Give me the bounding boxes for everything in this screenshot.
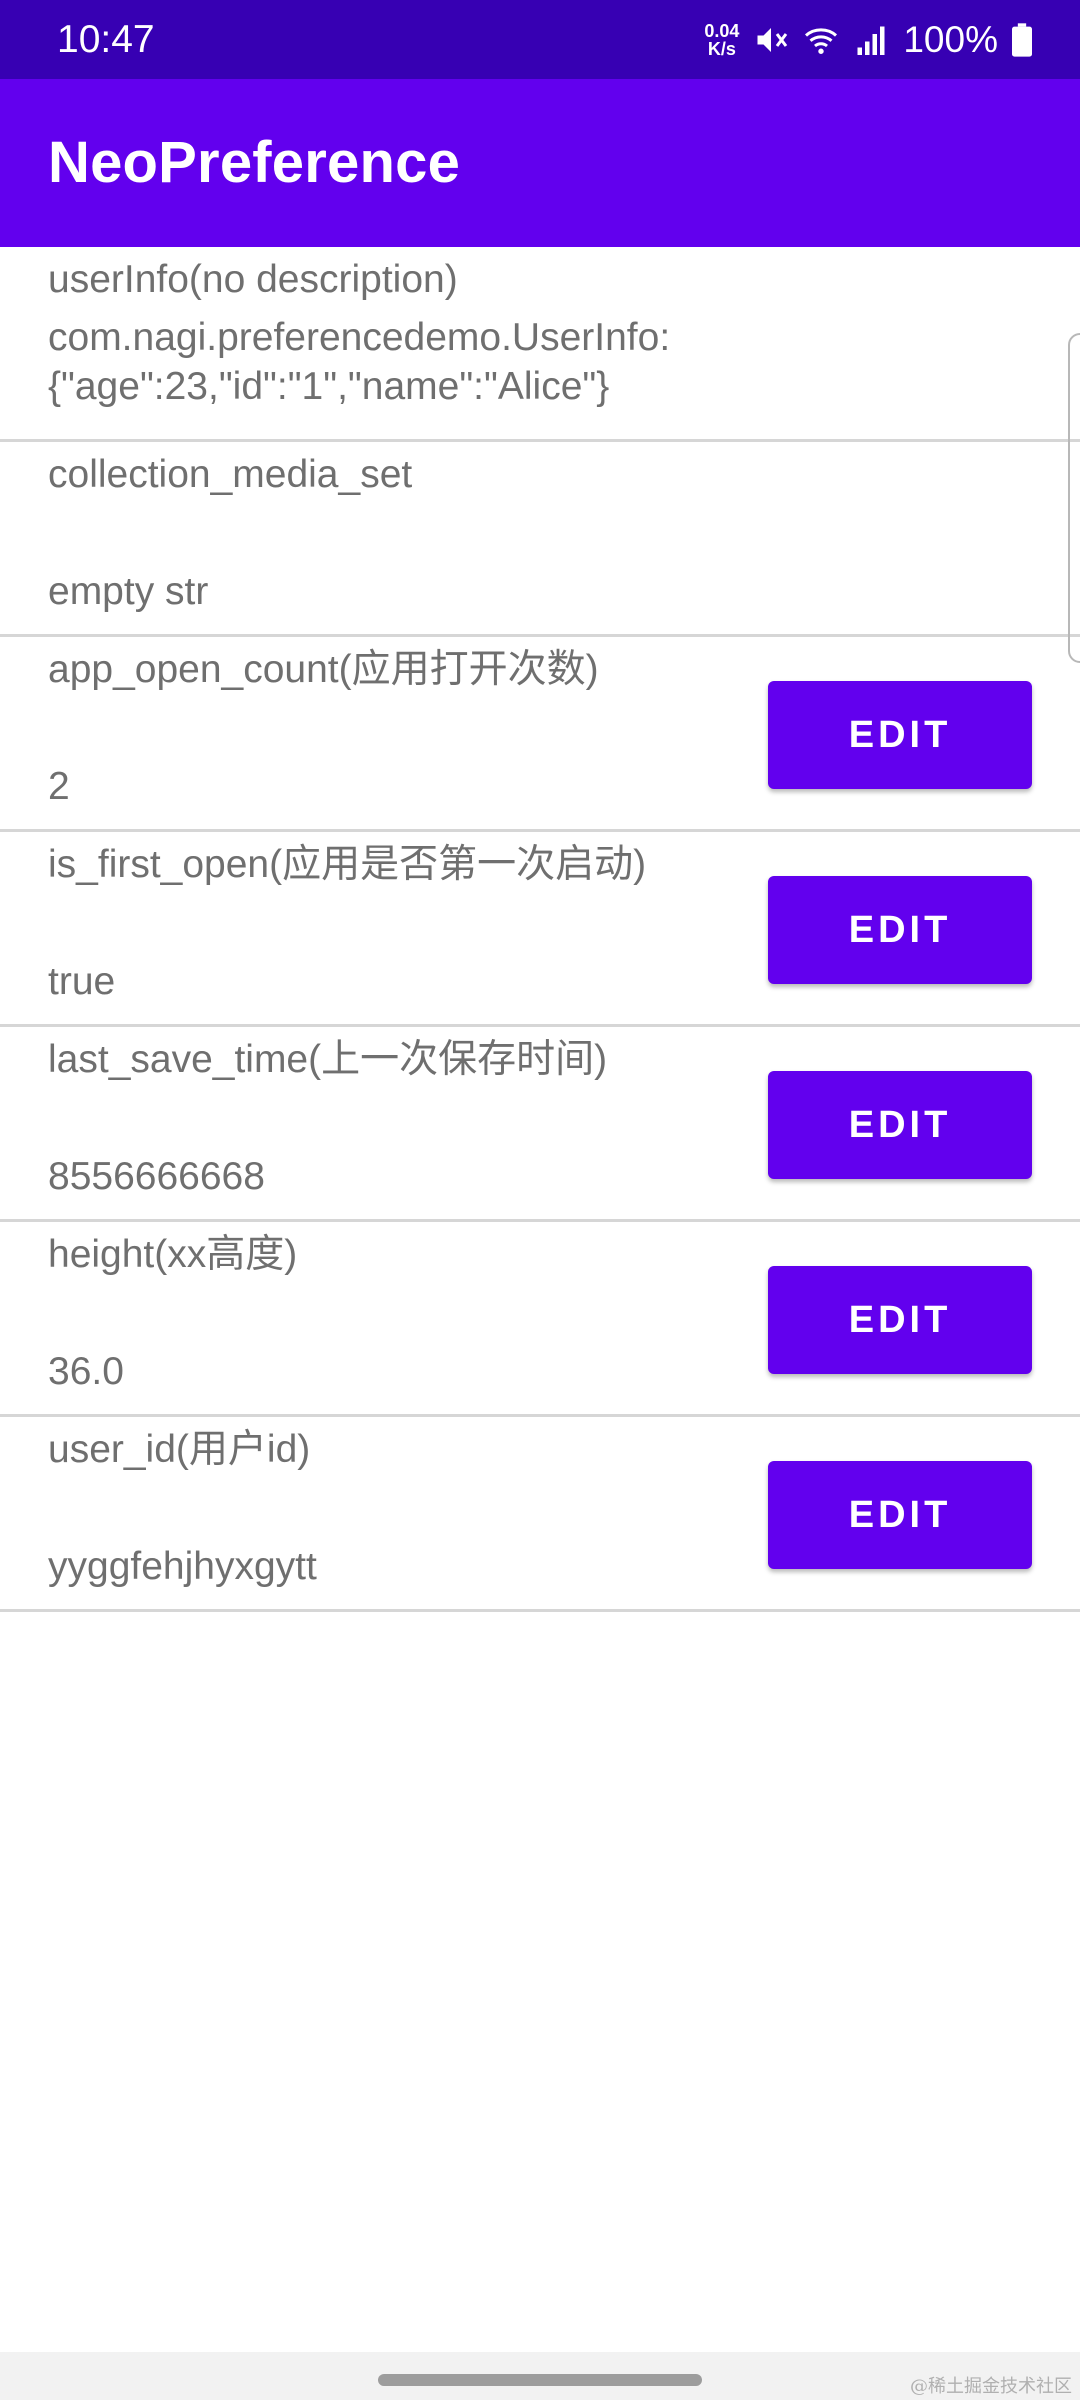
edit-button-height[interactable]: EDIT [768,1266,1032,1374]
preference-title: userInfo(no description) [48,258,458,301]
preference-row-is-first-open: is_first_open(应用是否第一次启动) true EDIT [0,832,1080,1027]
preference-title: user_id(用户id) [48,1428,311,1471]
home-gesture-handle[interactable] [378,2374,702,2386]
net-speed: 0.04 K/s [704,22,739,58]
preference-row-height: height(xx高度) 36.0 EDIT [0,1222,1080,1417]
edit-button-user-id[interactable]: EDIT [768,1461,1032,1569]
edit-button-last-save-time[interactable]: EDIT [768,1071,1032,1179]
preference-title: app_open_count(应用打开次数) [48,648,599,691]
preference-value: true [48,960,116,1003]
mute-icon [757,28,788,52]
status-time: 10:47 [57,18,155,61]
preference-row-userinfo: userInfo(no description) com.nagi.prefer… [0,247,1080,442]
wifi-icon [805,28,838,54]
status-icons: 0.04 K/s 100% [704,18,1032,62]
preference-value: yyggfehjhyxgytt [48,1545,317,1588]
preference-row-app-open-count: app_open_count(应用打开次数) 2 EDIT [0,637,1080,832]
preference-value: 36.0 [48,1350,124,1393]
net-speed-value: 0.04 [704,21,740,41]
preference-title: height(xx高度) [48,1233,298,1276]
preference-value: com.nagi.preferencedemo.UserInfo: {"age"… [48,316,671,408]
preference-title: last_save_time(上一次保存时间) [48,1038,608,1081]
preference-row-collection-media-set: collection_media_set empty str [0,442,1080,637]
edit-button-is-first-open[interactable]: EDIT [768,876,1032,984]
preference-list: userInfo(no description) com.nagi.prefer… [0,247,1080,1612]
preference-value: empty str [48,570,209,613]
preference-title: collection_media_set [48,453,413,496]
net-speed-unit: K/s [707,39,736,59]
preference-value: 2 [48,765,70,808]
app-title: NeoPreference [48,130,461,195]
preference-value: 8556666668 [48,1155,265,1198]
watermark: @稀土掘金技术社区 [910,2376,1072,2397]
scrollbar-thumb[interactable] [1068,333,1080,663]
battery-icon [1012,23,1032,57]
battery-level: 100% [903,19,998,60]
preference-row-last-save-time: last_save_time(上一次保存时间) 8556666668 EDIT [0,1027,1080,1222]
edit-button-app-open-count[interactable]: EDIT [768,681,1032,789]
preference-row-user-id: user_id(用户id) yyggfehjhyxgytt EDIT [0,1417,1080,1612]
preference-title: is_first_open(应用是否第一次启动) [48,843,647,886]
app-bar: NeoPreference [0,79,1080,247]
status-bar: 10:47 0.04 K/s 100% [0,0,1080,79]
signal-icon [857,26,885,55]
